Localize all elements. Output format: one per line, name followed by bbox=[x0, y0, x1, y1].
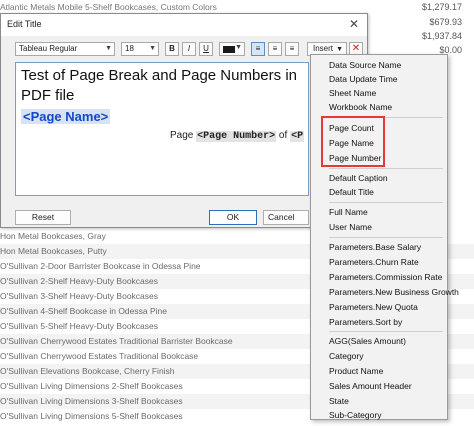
bold-button[interactable]: B bbox=[165, 42, 179, 56]
amount-cell: $1,937.84 bbox=[421, 31, 462, 41]
menu-item-param-base-salary[interactable]: Parameters.Base Salary bbox=[329, 241, 421, 254]
menu-item-data-update-time[interactable]: Data Update Time bbox=[329, 73, 398, 86]
menu-item-workbook-name[interactable]: Workbook Name bbox=[329, 101, 392, 114]
menu-item-param-sort-by[interactable]: Parameters.Sort by bbox=[329, 316, 402, 329]
menu-item-page-count[interactable]: Page Count bbox=[329, 122, 374, 135]
menu-item-product-name[interactable]: Product Name bbox=[329, 365, 383, 378]
menu-item-param-new-business-growth[interactable]: Parameters.New Business Growth bbox=[329, 286, 459, 299]
chevron-down-icon: ▼ bbox=[105, 45, 112, 52]
align-left-button[interactable]: ≡ bbox=[251, 42, 265, 56]
amount-cell: $679.93 bbox=[429, 17, 462, 27]
menu-item-page-number[interactable]: Page Number bbox=[329, 152, 381, 165]
align-center-button[interactable]: ≡ bbox=[268, 42, 282, 56]
title-text-editor[interactable]: Test of Page Break and Page Numbers in P… bbox=[15, 62, 309, 196]
dialog-titlebar: Edit Title ✕ bbox=[1, 14, 367, 36]
page-name-field: <Page Name> bbox=[21, 109, 111, 124]
menu-item-data-source-name[interactable]: Data Source Name bbox=[329, 59, 401, 72]
menu-separator bbox=[329, 168, 443, 169]
menu-item-default-caption[interactable]: Default Caption bbox=[329, 172, 388, 185]
menu-separator bbox=[329, 117, 443, 118]
menu-item-param-new-quota[interactable]: Parameters.New Quota bbox=[329, 301, 418, 314]
menu-item-sheet-name[interactable]: Sheet Name bbox=[329, 87, 376, 100]
menu-separator bbox=[329, 202, 443, 203]
text-color-picker[interactable]: ▼ bbox=[219, 42, 245, 56]
amount-cell: $1,279.17 bbox=[421, 2, 462, 12]
reset-button[interactable]: Reset bbox=[15, 210, 71, 225]
menu-separator bbox=[329, 331, 443, 332]
cancel-button[interactable]: Cancel bbox=[263, 210, 309, 225]
close-icon[interactable]: ✕ bbox=[347, 16, 361, 32]
menu-item-param-commission-rate[interactable]: Parameters.Commission Rate bbox=[329, 271, 442, 284]
menu-item-sales-amount-header[interactable]: Sales Amount Header bbox=[329, 380, 412, 393]
menu-item-sub-category[interactable]: Sub-Category bbox=[329, 409, 381, 422]
menu-item-default-title[interactable]: Default Title bbox=[329, 186, 374, 199]
menu-item-state[interactable]: State bbox=[329, 395, 349, 408]
page-number-field: <Page Number> bbox=[196, 131, 277, 142]
underline-button[interactable]: U bbox=[199, 42, 213, 56]
chevron-down-icon: ▼ bbox=[235, 44, 242, 51]
italic-button[interactable]: I bbox=[182, 42, 196, 56]
menu-item-param-churn-rate[interactable]: Parameters.Churn Rate bbox=[329, 256, 419, 269]
editor-line: PDF file bbox=[21, 87, 75, 104]
dialog-title: Edit Title bbox=[7, 19, 42, 29]
font-family-select[interactable]: Tableau Regular ▼ bbox=[15, 42, 115, 56]
format-toolbar: Tableau Regular ▼ 18 ▼ B I U ▼ ≡ ≡ ≡ Inser… bbox=[15, 42, 363, 56]
menu-item-full-name[interactable]: Full Name bbox=[329, 206, 368, 219]
editor-line: Test of Page Break and Page Numbers in bbox=[21, 67, 297, 84]
page-number-line: Page <Page Number> of <P bbox=[170, 130, 305, 142]
chevron-down-icon: ▼ bbox=[149, 45, 156, 52]
menu-item-page-name[interactable]: Page Name bbox=[329, 137, 374, 150]
page-count-field: <P bbox=[290, 131, 305, 142]
color-swatch bbox=[223, 46, 235, 53]
menu-item-category[interactable]: Category bbox=[329, 350, 364, 363]
menu-item-agg-sales-amount[interactable]: AGG(Sales Amount) bbox=[329, 335, 406, 348]
font-size-select[interactable]: 18 ▼ bbox=[121, 42, 159, 56]
insert-menu: Data Source Name Data Update Time Sheet … bbox=[310, 54, 459, 422]
menu-item-user-name[interactable]: User Name bbox=[329, 221, 372, 234]
ok-button[interactable]: OK bbox=[209, 210, 257, 225]
menu-separator bbox=[329, 237, 443, 238]
align-right-button[interactable]: ≡ bbox=[285, 42, 299, 56]
